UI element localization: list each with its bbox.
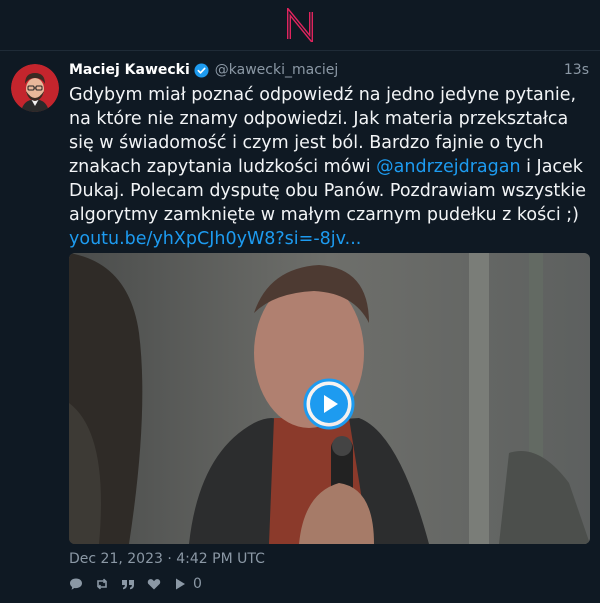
play-icon[interactable] (303, 378, 355, 430)
app-logo-icon[interactable] (285, 8, 315, 42)
reply-icon[interactable] (69, 577, 83, 591)
author-name[interactable]: Maciej Kawecki (69, 62, 190, 78)
post-text: Gdybym miał poznać odpowiedź na jedno je… (69, 83, 589, 251)
video-thumbnail[interactable] (69, 253, 590, 544)
avatar[interactable] (11, 64, 59, 112)
mention-link[interactable]: @andrzejdragan (376, 157, 520, 177)
heart-icon[interactable] (147, 577, 161, 591)
post-time-ago[interactable]: 13s (564, 60, 589, 80)
action-bar: 0 (69, 575, 202, 593)
external-link[interactable]: youtu.be/yhXpCJh0yW8?si=-8jv... (69, 229, 361, 249)
verified-badge-icon (194, 62, 209, 78)
repost-icon[interactable] (95, 577, 109, 591)
post-date[interactable]: Dec 21, 2023 · 4:42 PM UTC (69, 550, 265, 568)
top-bar (0, 0, 600, 51)
zap-count: 0 (193, 576, 202, 592)
quote-icon[interactable] (121, 577, 135, 591)
play-zap-icon[interactable] (173, 577, 187, 591)
post-header: Maciej Kawecki @kawecki_maciej 13s (69, 60, 589, 80)
author-handle[interactable]: @kawecki_maciej (215, 62, 339, 78)
